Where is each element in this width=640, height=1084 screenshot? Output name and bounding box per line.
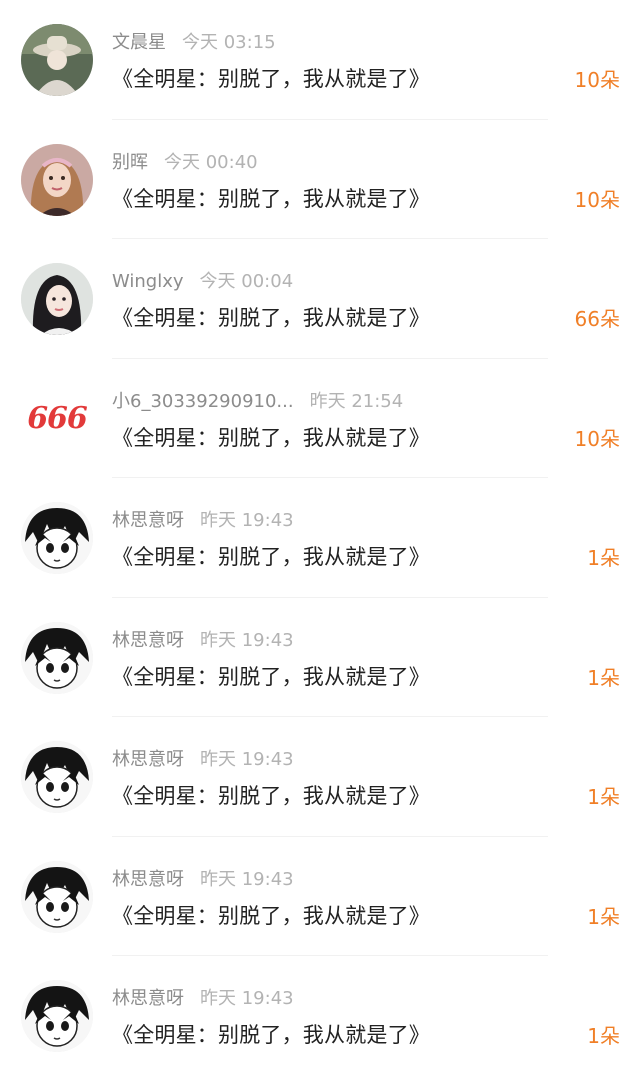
photo-hat-icon <box>21 24 93 96</box>
comment-row[interactable]: 666 小6_30339290910... 昨天 21:54 《全明星：别脱了，我… <box>0 359 640 478</box>
username[interactable]: 林思意呀 <box>112 508 184 534</box>
comment-text: 《全明星：别脱了，我从就是了》 <box>112 903 430 928</box>
username[interactable]: 林思意呀 <box>112 867 184 893</box>
avatar-text: 666 <box>21 382 93 455</box>
timestamp: 今天 03:15 <box>182 32 276 53</box>
gift-count: 1朵 <box>587 904 620 929</box>
comment-row[interactable]: Winglxy 今天 00:04 《全明星：别脱了，我从就是了》 66朵 <box>0 239 640 359</box>
comment-text: 《全明星：别脱了，我从就是了》 <box>112 186 430 211</box>
username[interactable]: 别晖 <box>112 150 148 176</box>
comment-text: 《全明星：别脱了，我从就是了》 <box>112 784 430 808</box>
username[interactable]: 林思意呀 <box>112 628 184 654</box>
gift-count: 1朵 <box>587 665 620 690</box>
timestamp: 昨天 19:43 <box>200 988 294 1009</box>
timestamp: 昨天 19:43 <box>200 868 294 890</box>
comment-text: 《全明星：别脱了，我从就是了》 <box>112 67 430 91</box>
avatar[interactable] <box>21 24 93 96</box>
comment-row[interactable]: 林思意呀 昨天 19:43 《全明星：别脱了，我从就是了》 1朵 <box>0 598 640 717</box>
photo-girl-icon <box>21 143 93 216</box>
comment-text: 《全明星：别脱了，我从就是了》 <box>112 1023 430 1047</box>
username[interactable]: 林思意呀 <box>112 747 184 773</box>
gift-count: 1朵 <box>587 1024 620 1048</box>
anime-sketch-icon <box>21 860 93 933</box>
username[interactable]: 文晨星 <box>112 30 166 56</box>
photo-woman-icon <box>21 263 93 335</box>
timestamp: 昨天 19:43 <box>200 629 294 651</box>
comment-row[interactable]: 林思意呀 昨天 19:43 《全明星：别脱了，我从就是了》 1朵 <box>0 478 640 598</box>
timestamp: 昨天 19:43 <box>200 510 294 531</box>
username[interactable]: 小6_30339290910... <box>112 389 294 415</box>
anime-sketch-icon <box>21 980 93 1052</box>
gift-count: 10朵 <box>574 426 620 451</box>
comment-list: 文晨星 今天 03:15 《全明星：别脱了，我从就是了》 10朵 别晖 今天 00:… <box>0 0 640 1084</box>
avatar[interactable] <box>21 860 93 933</box>
avatar[interactable] <box>21 502 93 574</box>
timestamp: 今天 00:04 <box>199 271 294 292</box>
comment-text: 《全明星：别脱了，我从就是了》 <box>112 425 430 450</box>
comment-text: 《全明星：别脱了，我从就是了》 <box>112 545 430 569</box>
avatar[interactable] <box>21 143 93 216</box>
anime-sketch-icon <box>21 741 93 813</box>
comment-text: 《全明星：别脱了，我从就是了》 <box>112 306 430 330</box>
username[interactable]: 林思意呀 <box>112 986 184 1012</box>
username[interactable]: Winglxy <box>112 269 184 295</box>
timestamp: 昨天 21:54 <box>309 390 404 412</box>
comment-row[interactable]: 文晨星 今天 03:15 《全明星：别脱了，我从就是了》 10朵 <box>0 0 640 120</box>
gift-count: 10朵 <box>574 68 620 92</box>
gift-count: 1朵 <box>587 785 620 809</box>
comment-row[interactable]: 别晖 今天 00:40 《全明星：别脱了，我从就是了》 10朵 <box>0 120 640 239</box>
timestamp: 今天 00:40 <box>164 151 258 173</box>
avatar[interactable] <box>21 980 93 1052</box>
gift-count: 10朵 <box>574 187 620 212</box>
avatar[interactable] <box>21 621 93 694</box>
comment-row[interactable]: 林思意呀 昨天 19:43 《全明星：别脱了，我从就是了》 1朵 <box>0 717 640 837</box>
avatar[interactable] <box>21 263 93 335</box>
comment-text: 《全明星：别脱了，我从就是了》 <box>112 664 430 689</box>
avatar[interactable] <box>21 741 93 813</box>
timestamp: 昨天 19:43 <box>200 749 294 770</box>
gift-count: 66朵 <box>574 307 620 331</box>
comment-row[interactable]: 林思意呀 昨天 19:43 《全明星：别脱了，我从就是了》 1朵 <box>0 956 640 1076</box>
avatar[interactable]: 666 <box>21 382 93 455</box>
gift-count: 1朵 <box>587 546 620 570</box>
anime-sketch-icon <box>21 502 93 574</box>
comment-row[interactable]: 林思意呀 昨天 19:43 《全明星：别脱了，我从就是了》 1朵 <box>0 837 640 956</box>
anime-sketch-icon <box>21 621 93 694</box>
